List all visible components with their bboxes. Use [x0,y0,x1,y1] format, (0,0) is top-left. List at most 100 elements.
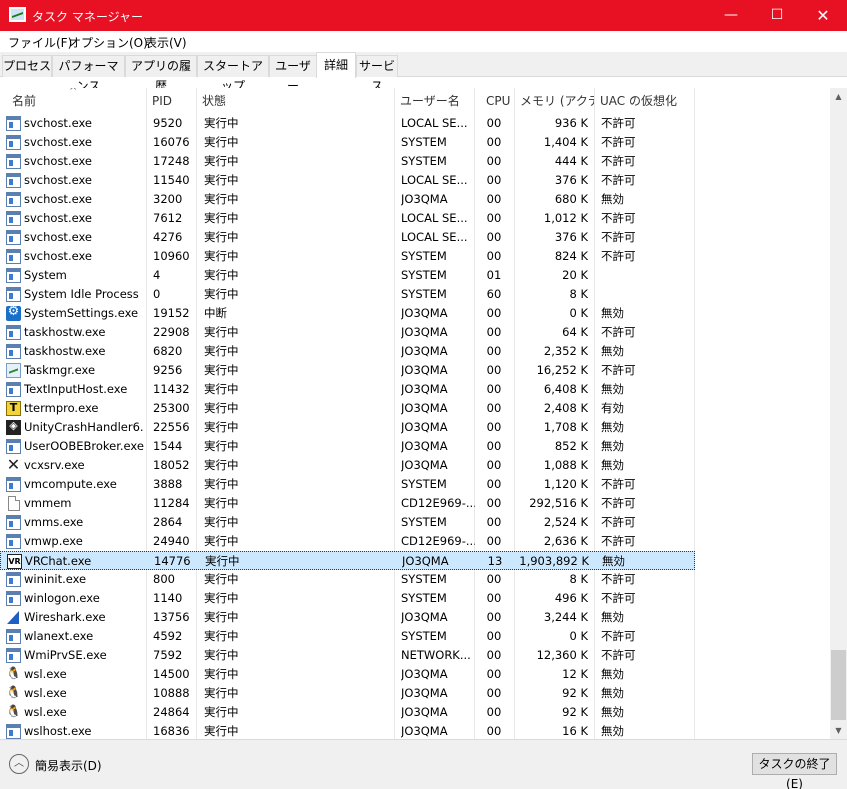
table-row[interactable]: wlanext.exe 4592 実行中 SYSTEM 00 0 K 不許可 [0,627,695,646]
table-row[interactable]: vmmem 11284 実行中 CD12E969-... 00 292,516 K 不許可 [0,494,695,513]
cell-status: 実行中 [204,534,239,548]
table-row[interactable]: wsl.exe 24864 実行中 JO3QMA 00 92 K 無効 [0,703,695,722]
column-header-status[interactable]: 状態 [197,88,395,114]
tab-details[interactable]: 詳細 [316,52,356,78]
blank-file-icon [8,496,20,511]
cell-user: JO3QMA [401,686,448,700]
cell-name: wsl.exe [24,705,67,719]
cell-memory: 2,636 K [543,534,588,548]
cell-memory: 1,903,892 K [519,554,589,568]
table-row-selected[interactable]: VRChat.exe 14776 実行中 JO3QMA 13 1,903,892 K 無効 [0,551,695,570]
cell-name: Wireshark.exe [24,610,106,624]
tab-processes[interactable]: プロセス [2,55,52,77]
window-app-icon [6,629,21,644]
table-row[interactable]: wsl.exe 14500 実行中 JO3QMA 00 12 K 無効 [0,665,695,684]
chevron-up-icon[interactable]: ︿ [9,754,29,774]
table-row[interactable]: System 4 実行中 SYSTEM 01 20 K [0,266,695,285]
cell-pid: 16836 [153,724,190,738]
cell-memory: 0 K [569,629,588,643]
table-row[interactable]: UserOOBEBroker.exe 1544 実行中 JO3QMA 00 852 K 無効 [0,437,695,456]
column-header-name[interactable]: 名前 [7,88,147,114]
cell-name: WmiPrvSE.exe [24,648,107,662]
table-row[interactable]: TextInputHost.exe 11432 実行中 JO3QMA 00 6,408 K… [0,380,695,399]
cell-user: NETWORK... [401,648,471,662]
cell-uac: 不許可 [601,572,636,586]
table-row[interactable]: System Idle Process 0 実行中 SYSTEM 60 8 K [0,285,695,304]
table-row[interactable]: winlogon.exe 1140 実行中 SYSTEM 00 496 K 不許可 [0,589,695,608]
tab-startup[interactable]: スタートアップ [197,55,269,93]
cell-name: ttermpro.exe [24,401,99,415]
column-header-user[interactable]: ユーザー名 [395,88,475,114]
scroll-down-icon[interactable]: ▼ [830,722,847,739]
vertical-scrollbar[interactable]: ▲ ▼ [830,88,847,739]
linux-penguin-icon [6,704,21,720]
table-row[interactable]: vmwp.exe 24940 実行中 CD12E969-... 00 2,636 K 不許可 [0,532,695,551]
cell-uac: 有効 [601,401,624,415]
table-row[interactable]: SystemSettings.exe 19152 中断 JO3QMA 00 0 K 無効 [0,304,695,323]
column-header-cpu[interactable]: CPU [475,88,515,114]
title-bar[interactable]: タスク マネージャー — ☐ ✕ [0,0,847,31]
table-row[interactable]: svchost.exe 4276 実行中 LOCAL SE... 00 376 K 不許可 [0,228,695,247]
table-row[interactable]: svchost.exe 9520 実行中 LOCAL SE... 00 936 K 不許可 [0,114,695,133]
cell-user: SYSTEM [401,154,447,168]
cell-pid: 7592 [153,648,183,662]
table-row[interactable]: svchost.exe 7612 実行中 LOCAL SE... 00 1,012 K 不許… [0,209,695,228]
cell-name: svchost.exe [24,230,93,244]
table-row[interactable]: svchost.exe 17248 実行中 SYSTEM 00 444 K 不許可 [0,152,695,171]
table-row[interactable]: vmcompute.exe 3888 実行中 SYSTEM 00 1,120 K 不許可 [0,475,695,494]
cell-cpu: 00 [486,667,502,681]
menu-view[interactable]: 表示(V) [145,34,187,51]
cell-cpu: 00 [486,116,502,130]
table-row[interactable]: ttermpro.exe 25300 実行中 JO3QMA 00 2,408 K 有効 [0,399,695,418]
menu-file[interactable]: ファイル(F) [8,34,72,51]
close-button[interactable]: ✕ [800,0,846,31]
cell-name: taskhostw.exe [24,325,106,339]
cell-status: 実行中 [204,249,239,263]
column-header-memory[interactable]: メモリ (アクテ... [515,88,595,114]
cell-user: SYSTEM [401,629,447,643]
cell-memory: 8 K [569,287,588,301]
table-row[interactable]: taskhostw.exe 22908 実行中 JO3QMA 00 64 K 不許可 [0,323,695,342]
cell-uac: 不許可 [601,363,636,377]
window-app-icon [6,230,21,245]
cell-status: 実行中 [204,629,239,643]
cell-cpu: 00 [486,705,502,719]
tab-app-history[interactable]: アプリの履歴 [125,55,197,93]
fewer-details-link[interactable]: 簡易表示(D) [35,757,102,774]
table-row[interactable]: svchost.exe 3200 実行中 JO3QMA 00 680 K 無効 [0,190,695,209]
cell-status: 実行中 [204,591,239,605]
tab-users[interactable]: ユーザー [269,55,317,93]
scroll-up-icon[interactable]: ▲ [830,88,847,105]
cell-status: 実行中 [205,554,240,568]
cell-user: JO3QMA [401,306,448,320]
column-header-uac[interactable]: UAC の仮想化 [595,88,695,114]
cell-name: wlanext.exe [24,629,94,643]
table-row[interactable]: svchost.exe 11540 実行中 LOCAL SE... 00 376 K 不許可 [0,171,695,190]
table-row[interactable]: vmms.exe 2864 実行中 SYSTEM 00 2,524 K 不許可 [0,513,695,532]
table-row[interactable]: UnityCrashHandler6... 22556 実行中 JO3QMA 00 1,7… [0,418,695,437]
table-row[interactable]: wsl.exe 10888 実行中 JO3QMA 00 92 K 無効 [0,684,695,703]
table-row[interactable]: WmiPrvSE.exe 7592 実行中 NETWORK... 00 12,360 K 不… [0,646,695,665]
table-row[interactable]: Taskmgr.exe 9256 実行中 JO3QMA 00 16,252 K 不許可 [0,361,695,380]
table-row[interactable]: svchost.exe 10960 実行中 SYSTEM 00 824 K 不許可 [0,247,695,266]
table-row[interactable]: taskhostw.exe 6820 実行中 JO3QMA 00 2,352 K 無効 [0,342,695,361]
cell-status: 実行中 [204,705,239,719]
table-row[interactable]: Wireshark.exe 13756 実行中 JO3QMA 00 3,244 K 無効 [0,608,695,627]
table-row[interactable]: vcxsrv.exe 18052 実行中 JO3QMA 00 1,088 K 無効 [0,455,695,475]
cell-memory: 1,088 K [543,458,588,472]
end-task-button[interactable]: タスクの終了(E) [752,753,837,789]
maximize-button[interactable]: ☐ [754,0,800,31]
column-header-pid[interactable]: PID [147,88,197,114]
table-row[interactable]: wslhost.exe 16836 実行中 JO3QMA 00 16 K 無効 [0,722,695,739]
cell-status: 実行中 [204,192,239,206]
cell-user: JO3QMA [401,458,448,472]
scrollbar-thumb[interactable] [831,650,846,720]
tab-services[interactable]: サービス [356,55,398,93]
menu-options[interactable]: オプション(O) [69,34,148,51]
table-row[interactable]: wininit.exe 800 実行中 SYSTEM 00 8 K 不許可 [0,570,695,589]
tab-performance[interactable]: パフォーマンス [52,55,125,93]
minimize-button[interactable]: — [708,0,754,31]
table-row[interactable]: svchost.exe 16076 実行中 SYSTEM 00 1,404 K 不許可 [0,133,695,152]
cell-pid: 2864 [153,515,183,529]
cell-pid: 22908 [153,325,190,339]
